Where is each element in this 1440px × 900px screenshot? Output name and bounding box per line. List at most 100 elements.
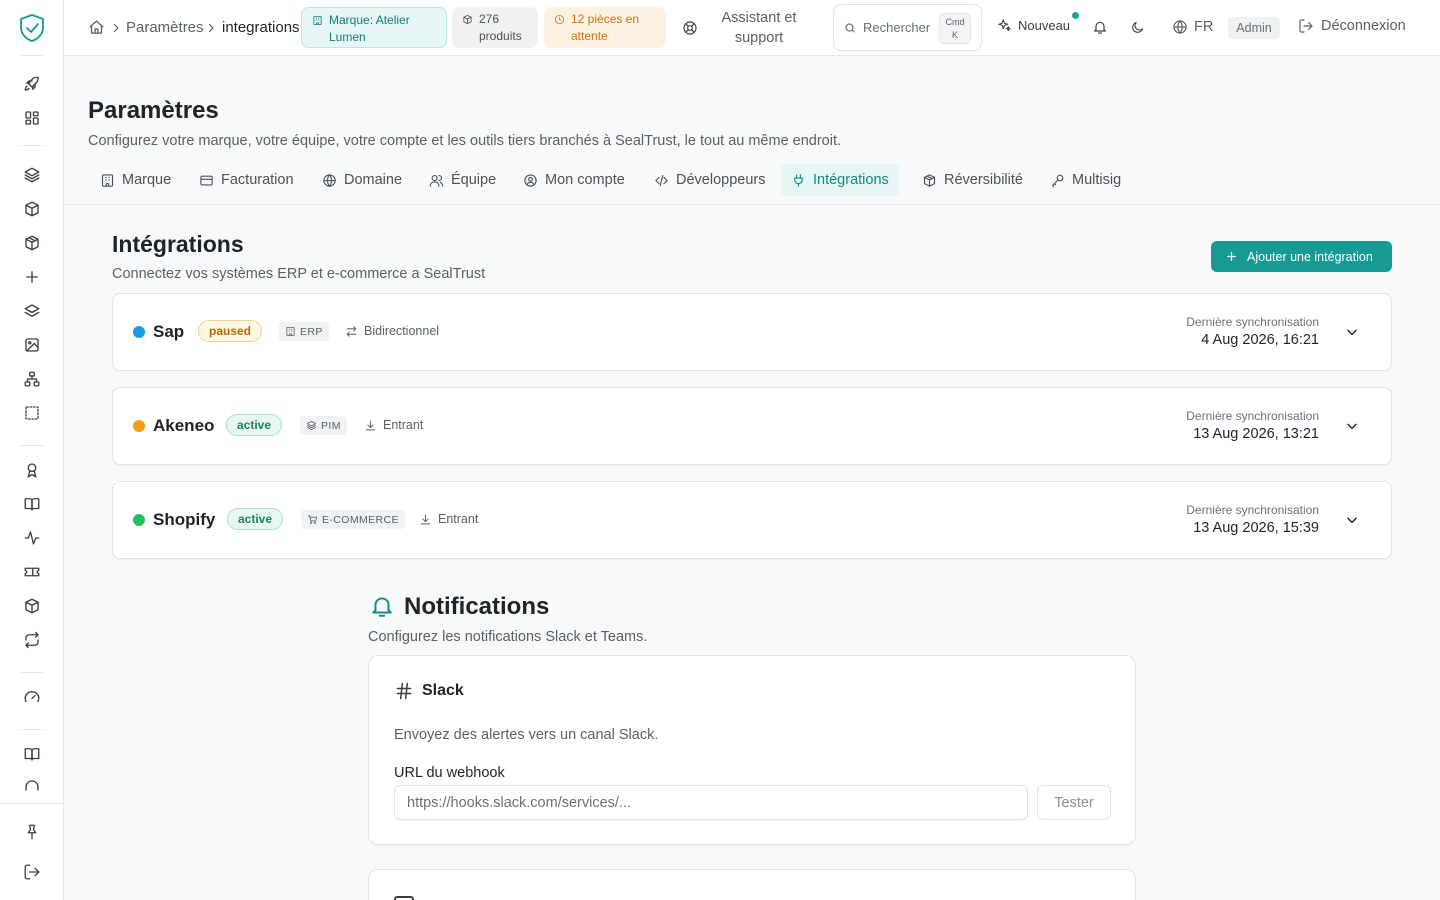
- products-chip[interactable]: 276 produits: [452, 7, 538, 48]
- status-badge: paused: [198, 320, 263, 342]
- pending-chip[interactable]: 12 pièces en attente: [544, 7, 666, 48]
- bell-icon[interactable]: [1092, 19, 1108, 35]
- tab-reversibilite[interactable]: Réversibilité: [912, 164, 1033, 196]
- breadcrumb-parametres[interactable]: Paramètres: [126, 19, 204, 36]
- search-icon: [845, 22, 855, 33]
- layers-icon: [306, 420, 317, 431]
- tab-label: Mon compte: [545, 172, 625, 188]
- slack-card: Slack Envoyez des alertes vers un canal …: [368, 655, 1136, 845]
- chevron-right-icon: [110, 22, 122, 34]
- tab-multisig[interactable]: Multisig: [1040, 164, 1131, 196]
- shortcut-cmd: Cmd: [945, 17, 965, 27]
- integration-status-dot: [133, 326, 145, 338]
- sidebar-divider: [0, 803, 64, 804]
- add-integration-button[interactable]: Ajouter une intégration: [1211, 241, 1392, 272]
- sidebar-divider: [20, 55, 44, 56]
- teams-card: [368, 869, 1136, 900]
- chevron-down-icon[interactable]: [1345, 513, 1359, 527]
- integration-card-shopify[interactable]: Shopify active E-COMMERCE Entrant Derniè…: [112, 481, 1392, 559]
- building-icon: [313, 15, 322, 26]
- clock-icon: [554, 14, 565, 25]
- network-icon[interactable]: [22, 369, 42, 389]
- ticket-icon[interactable]: [22, 562, 42, 582]
- integration-type-label: E-COMMERCE: [322, 513, 399, 526]
- home-icon[interactable]: [88, 19, 105, 36]
- building-icon: [101, 173, 114, 187]
- tab-equipe[interactable]: Équipe: [419, 164, 506, 196]
- repeat-icon[interactable]: [22, 630, 42, 650]
- stack-icon[interactable]: [22, 301, 42, 321]
- sealtrust-logo-icon[interactable]: [18, 13, 46, 43]
- tab-label: Marque: [122, 172, 172, 188]
- globe-icon: [1173, 20, 1187, 34]
- credit-card-icon: [200, 175, 213, 185]
- gauge-icon[interactable]: [22, 687, 42, 707]
- tab-integrations[interactable]: Intégrations: [781, 164, 899, 196]
- chevron-down-icon[interactable]: [1345, 419, 1359, 433]
- assistant-support-link[interactable]: Assistant et support: [714, 8, 804, 48]
- box-icon[interactable]: [22, 199, 42, 219]
- brand-chip[interactable]: Marque: Atelier Lumen: [301, 7, 447, 48]
- headset-icon[interactable]: [22, 778, 42, 792]
- tab-mon-compte[interactable]: Mon compte: [513, 164, 635, 196]
- rocket-icon[interactable]: [22, 74, 42, 94]
- cube-icon[interactable]: [22, 596, 42, 616]
- tab-marque[interactable]: Marque: [90, 164, 181, 196]
- moon-icon[interactable]: [1130, 20, 1145, 35]
- tab-label: Équipe: [451, 172, 497, 188]
- tab-domaine[interactable]: Domaine: [312, 164, 412, 196]
- tab-label: Multisig: [1072, 172, 1122, 188]
- language-switcher[interactable]: FR: [1172, 19, 1213, 35]
- language-label: FR: [1194, 19, 1214, 35]
- shortcut-key: K: [951, 30, 958, 40]
- layers-icon[interactable]: [22, 165, 42, 185]
- code-icon: [655, 174, 668, 186]
- image-icon[interactable]: [22, 335, 42, 355]
- arrows-left-right-icon: [346, 325, 357, 337]
- dashboard-icon[interactable]: [22, 108, 42, 128]
- last-sync-label: Dernière synchronisation: [1186, 503, 1319, 517]
- sidebar-divider: [20, 445, 44, 446]
- integration-type-badge: E-COMMERCE: [301, 510, 405, 529]
- book-icon[interactable]: [22, 494, 42, 514]
- integration-card-akeneo[interactable]: Akeneo active PIM Entrant Dernière synch…: [112, 387, 1392, 465]
- select-area-icon[interactable]: [22, 403, 42, 423]
- tab-label: Facturation: [221, 172, 294, 188]
- new-indicator-dot: [1072, 12, 1079, 19]
- tab-label: Domaine: [344, 172, 403, 188]
- users-icon: [429, 174, 444, 187]
- tab-facturation[interactable]: Facturation: [189, 164, 304, 196]
- pin-icon[interactable]: [22, 822, 42, 842]
- sidebar-divider: [20, 729, 44, 730]
- integration-direction-label: Entrant: [383, 418, 424, 432]
- book-open-icon[interactable]: [22, 744, 42, 764]
- activity-icon[interactable]: [22, 528, 42, 548]
- user-circle-icon: [524, 173, 537, 187]
- last-sync-date: 13 Aug 2026, 15:39: [1193, 520, 1319, 536]
- chevron-down-icon[interactable]: [1345, 325, 1359, 339]
- integration-card-sap[interactable]: Sap paused ERP Bidirectionnel Dernière s…: [112, 293, 1392, 371]
- tab-developpeurs[interactable]: Développeurs: [644, 164, 775, 196]
- test-webhook-button[interactable]: Tester: [1037, 785, 1111, 820]
- notifications-subtitle: Configurez les notifications Slack et Te…: [368, 629, 648, 645]
- webhook-url-input[interactable]: [394, 785, 1028, 820]
- last-sync-date: 4 Aug 2026, 16:21: [1201, 332, 1319, 348]
- package-icon[interactable]: [22, 233, 42, 253]
- shopping-cart-icon: [307, 515, 318, 524]
- award-icon[interactable]: [22, 460, 42, 480]
- integration-name: Shopify: [153, 510, 216, 529]
- page-title: Paramètres: [88, 97, 219, 124]
- download-icon: [365, 420, 376, 430]
- top-bar: Paramètres integrations Marque: Atelier …: [64, 0, 1440, 56]
- whats-new-button[interactable]: Nouveau: [997, 18, 1070, 33]
- search-shortcut: Cmd K: [939, 13, 971, 44]
- integration-status-dot: [133, 420, 145, 432]
- logout-label: Déconnexion: [1321, 18, 1406, 34]
- sign-out-icon[interactable]: [22, 862, 42, 882]
- search-button[interactable]: Rechercher Cmd K: [833, 4, 982, 51]
- lifebuoy-icon[interactable]: [682, 20, 698, 36]
- products-chip-label: 276 produits: [479, 12, 522, 43]
- logout-button[interactable]: Déconnexion: [1298, 18, 1406, 34]
- plus-icon[interactable]: [22, 267, 42, 287]
- integration-name: Sap: [153, 322, 185, 341]
